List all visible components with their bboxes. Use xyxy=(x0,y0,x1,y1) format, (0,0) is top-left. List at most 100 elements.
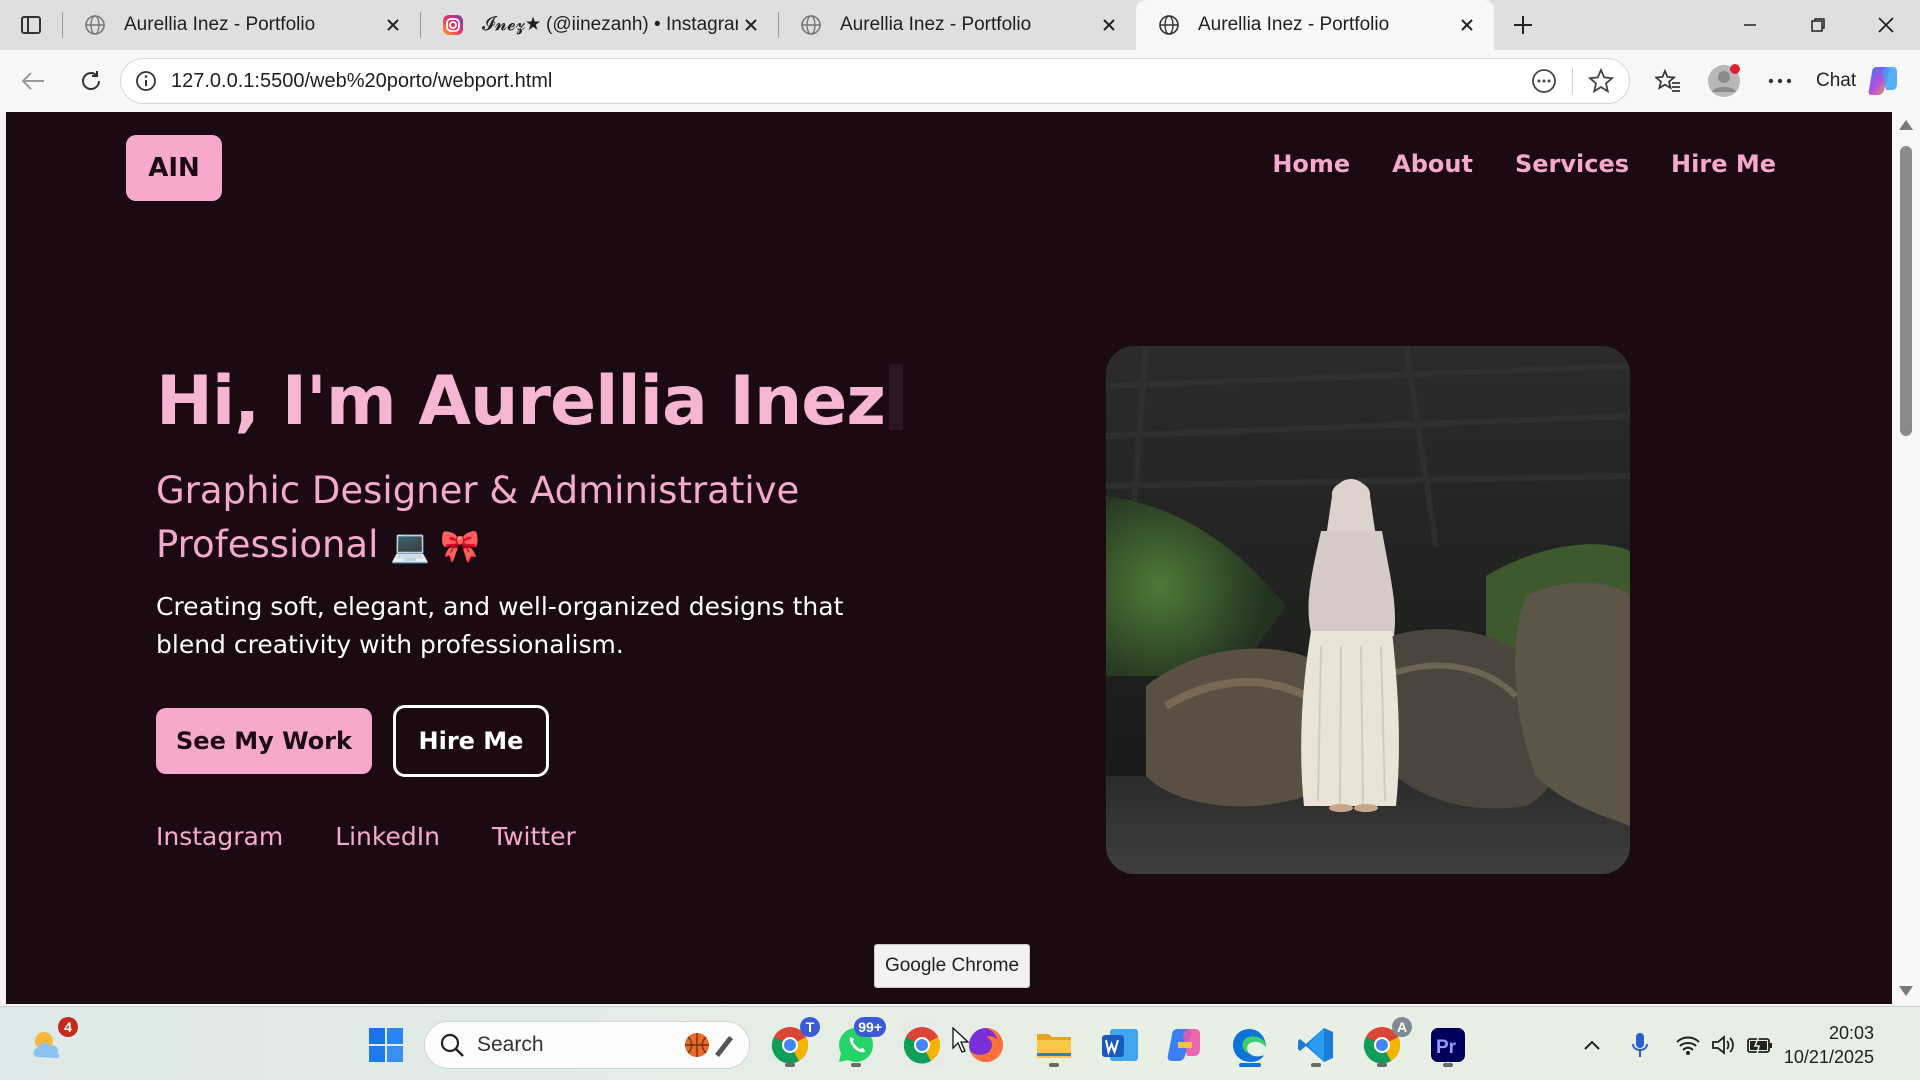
profile-button[interactable] xyxy=(1696,50,1752,112)
taskbar-chrome-profile[interactable]: T xyxy=(766,1017,820,1069)
social-instagram-link[interactable]: Instagram xyxy=(156,822,283,851)
page-viewport: AIN Home About Services Hire Me Hi, I'm … xyxy=(6,112,1892,1004)
taskbar-tooltip: Google Chrome xyxy=(874,944,1030,988)
running-indicator xyxy=(1049,1063,1059,1067)
back-arrow-icon xyxy=(21,72,44,90)
show-hidden-icons-button[interactable] xyxy=(1576,1029,1608,1061)
page-scrollbar[interactable] xyxy=(1892,112,1920,1004)
volume-tray[interactable] xyxy=(1708,1029,1740,1061)
close-window-button[interactable] xyxy=(1852,0,1920,50)
nav-about[interactable]: About xyxy=(1392,150,1473,178)
plus-icon xyxy=(1514,16,1532,34)
tab-separator xyxy=(420,12,421,38)
running-indicator xyxy=(1443,1063,1453,1067)
search-icon xyxy=(440,1033,464,1057)
more-options-button[interactable] xyxy=(1752,50,1808,112)
hero-photo xyxy=(1106,346,1630,874)
taskbar-vscode[interactable] xyxy=(1292,1021,1340,1069)
hero-subtitle-emoji: 💻 🎀 xyxy=(390,527,480,565)
taskbar-whatsapp[interactable]: 99+ xyxy=(832,1017,886,1069)
taskbar-copilot[interactable] xyxy=(1160,1021,1208,1069)
vscode-icon xyxy=(1298,1028,1333,1062)
social-linkedin-link[interactable]: LinkedIn xyxy=(335,822,440,851)
close-icon[interactable] xyxy=(738,12,764,38)
running-indicator xyxy=(1377,1063,1387,1067)
scroll-up-arrow-icon[interactable] xyxy=(1899,120,1913,130)
read-aloud-icon[interactable] xyxy=(1516,68,1572,94)
site-info-icon[interactable] xyxy=(121,70,171,92)
premiere-pro-icon: Pr xyxy=(1431,1028,1465,1062)
new-tab-button[interactable] xyxy=(1494,0,1552,50)
site-nav: Home About Services Hire Me xyxy=(1272,150,1776,178)
tab-instagram[interactable]: 𝓘𝓷𝓮𝔃★ (@iinezanh) • Instagram photos and… xyxy=(420,0,778,50)
taskbar-search[interactable]: Search xyxy=(424,1021,750,1069)
scroll-down-arrow-icon[interactable] xyxy=(1899,986,1913,996)
battery-tray[interactable] xyxy=(1744,1029,1776,1061)
window-controls xyxy=(1716,0,1920,50)
microphone-tray[interactable] xyxy=(1624,1029,1656,1061)
favorites-button[interactable] xyxy=(1640,50,1696,112)
see-my-work-button[interactable]: See My Work xyxy=(156,708,372,774)
url-text[interactable]: 127.0.0.1:5500/web%20porto/webport.html xyxy=(171,70,1516,93)
speaker-icon xyxy=(1712,1035,1734,1055)
tab-title: Aurellia Inez - Portfolio xyxy=(1198,14,1390,35)
nav-hire-me[interactable]: Hire Me xyxy=(1671,150,1776,178)
nav-services[interactable]: Services xyxy=(1515,150,1629,178)
taskbar-edge[interactable] xyxy=(1226,1021,1274,1069)
tab-portfolio-1[interactable]: Aurellia Inez - Portfolio xyxy=(62,0,420,50)
tab-actions-button[interactable] xyxy=(0,0,62,50)
chrome-icon xyxy=(903,1027,941,1064)
taskbar-premiere[interactable]: Pr xyxy=(1424,1021,1472,1069)
wifi-tray[interactable] xyxy=(1672,1029,1704,1061)
instagram-icon xyxy=(440,12,466,38)
tab-actions-icon xyxy=(21,16,41,34)
back-button[interactable] xyxy=(8,59,58,103)
globe-icon xyxy=(1156,12,1182,38)
hero-title: Hi, I'm Aurellia Inez xyxy=(156,362,903,441)
close-icon[interactable] xyxy=(1096,12,1122,38)
active-indicator xyxy=(1239,1063,1261,1067)
tab-portfolio-2[interactable]: Aurellia Inez - Portfolio xyxy=(778,0,1136,50)
scrollbar-thumb[interactable] xyxy=(1900,146,1912,436)
search-highlight-icon xyxy=(685,1033,733,1057)
nav-home[interactable]: Home xyxy=(1272,150,1350,178)
tab-separator xyxy=(62,12,63,38)
running-indicator xyxy=(1311,1063,1321,1067)
copilot-icon xyxy=(1868,67,1898,95)
edge-icon xyxy=(1233,1029,1266,1062)
hero-title-text: Hi, I'm Aurellia Inez xyxy=(156,362,886,441)
favorite-star-icon[interactable] xyxy=(1573,68,1629,94)
wifi-icon xyxy=(1676,1036,1700,1055)
globe-icon xyxy=(798,12,824,38)
clock-date: 10/21/2025 xyxy=(1783,1047,1874,1067)
taskbar-chrome[interactable] xyxy=(898,1021,946,1069)
tab-portfolio-active[interactable]: Aurellia Inez - Portfolio xyxy=(1136,0,1494,50)
word-icon xyxy=(1102,1029,1138,1061)
taskbar-file-explorer[interactable] xyxy=(1030,1021,1078,1069)
taskbar-chrome-profile-2[interactable]: A xyxy=(1358,1017,1412,1069)
reload-button[interactable] xyxy=(66,59,116,103)
social-twitter-link[interactable]: Twitter xyxy=(492,822,576,851)
close-icon[interactable] xyxy=(380,12,406,38)
hero-subtitle: Graphic Designer & Administrative Profes… xyxy=(156,464,876,573)
minimize-button[interactable] xyxy=(1716,0,1784,50)
browser-toolbar: 127.0.0.1:5500/web%20porto/webport.html … xyxy=(0,50,1920,112)
copilot-icon xyxy=(1167,1029,1200,1061)
favorites-icon xyxy=(1655,68,1680,92)
taskbar-word[interactable] xyxy=(1096,1021,1144,1069)
site-logo[interactable]: AIN xyxy=(126,135,222,201)
address-bar[interactable]: 127.0.0.1:5500/web%20porto/webport.html xyxy=(120,58,1630,104)
hire-me-button[interactable]: Hire Me xyxy=(393,705,549,777)
hero-description: Creating soft, elegant, and well-organiz… xyxy=(156,592,844,659)
tab-title: Aurellia Inez - Portfolio xyxy=(124,14,316,35)
firefox-icon xyxy=(969,1028,1003,1062)
toolbar-right: Chat xyxy=(1640,50,1900,112)
weather-widget[interactable]: 4 xyxy=(24,1017,78,1069)
tab-separator xyxy=(778,12,779,38)
close-icon[interactable] xyxy=(1454,12,1480,38)
system-clock[interactable]: 20:03 10/21/2025 xyxy=(1784,1021,1874,1069)
start-button[interactable] xyxy=(362,1021,410,1069)
copilot-chat-button[interactable]: Chat xyxy=(1816,64,1900,98)
chrome-profile-badge-2: A xyxy=(1392,1017,1412,1037)
restore-button[interactable] xyxy=(1784,0,1852,50)
